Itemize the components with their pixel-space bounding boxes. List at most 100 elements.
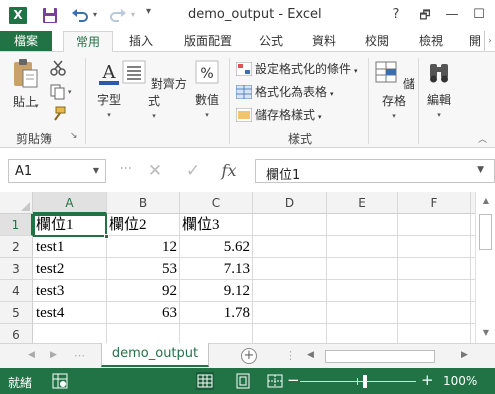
cell-b3[interactable]: 53: [106, 259, 180, 280]
scroll-right-icon[interactable]: ▶: [461, 350, 468, 360]
column-header-d[interactable]: D: [253, 192, 327, 214]
undo-icon[interactable]: [71, 7, 89, 24]
clipboard-launcher-icon[interactable]: ↘: [70, 131, 78, 141]
column-header-c[interactable]: C: [180, 192, 253, 214]
page-break-preview-icon[interactable]: [266, 372, 284, 390]
format-painter-icon[interactable]: [50, 106, 66, 122]
cut-icon[interactable]: [50, 60, 66, 76]
column-header-a[interactable]: A: [33, 192, 107, 214]
column-header-b[interactable]: B: [107, 192, 180, 214]
select-all-triangle-icon: [21, 202, 30, 211]
next-sheet-icon[interactable]: ▶: [50, 350, 57, 360]
paste-icon: [14, 59, 38, 88]
tab-split-grip-icon[interactable]: ⋮: [285, 349, 296, 362]
row-header-3[interactable]: 3: [0, 258, 33, 280]
excel-logo-icon[interactable]: X: [9, 7, 27, 24]
editing-button[interactable]: 編輯 ▾: [422, 58, 456, 119]
scroll-left-icon[interactable]: ◀: [307, 350, 314, 360]
scroll-up-icon[interactable]: ▲: [479, 196, 493, 208]
zoom-in-button[interactable]: +: [421, 371, 434, 389]
row-header-5[interactable]: 5: [0, 302, 33, 324]
number-dropdown-icon: ▾: [205, 111, 209, 119]
cell-a2[interactable]: test1: [33, 237, 107, 258]
name-box-dropdown-icon[interactable]: ▼: [93, 166, 99, 175]
cell-b5[interactable]: 63: [106, 303, 180, 324]
zoom-slider-thumb[interactable]: [363, 375, 367, 388]
cell-b4[interactable]: 92: [106, 281, 180, 302]
row-header-2[interactable]: 2: [0, 236, 33, 258]
cell-a3[interactable]: test2: [33, 259, 107, 280]
insert-function-button[interactable]: fx: [216, 159, 242, 183]
row-header-4[interactable]: 4: [0, 280, 33, 302]
paste-dropdown-icon[interactable]: ▾: [35, 102, 39, 110]
zoom-out-button[interactable]: −: [287, 371, 300, 389]
normal-view-icon[interactable]: [196, 372, 214, 390]
horizontal-scrollbar[interactable]: ◀ ▶: [303, 349, 475, 363]
minimize-button[interactable]: —: [441, 4, 463, 26]
alignment-label: 對齊方式: [147, 77, 187, 108]
ribbon-scroll-right-icon[interactable]: ›: [484, 31, 495, 51]
tab-review[interactable]: 校閱: [359, 31, 395, 51]
cells-button[interactable]: 儲存格 ▾: [372, 58, 416, 120]
save-icon[interactable]: [41, 7, 59, 24]
cell-c5[interactable]: 1.78: [179, 303, 253, 324]
previous-sheet-icon[interactable]: ◀: [28, 350, 35, 360]
fill-handle[interactable]: [104, 234, 109, 239]
vertical-scrollbar[interactable]: ▲ ▼: [475, 192, 495, 343]
cancel-entry-button[interactable]: ✕: [142, 159, 168, 183]
formula-bar-grip-icon[interactable]: ⋮: [119, 162, 133, 173]
zoom-level[interactable]: 100%: [443, 374, 477, 388]
worksheet-grid[interactable]: A B C D E F 1 2 3 4 5 6 欄位1 欄位2 欄位3 test…: [0, 192, 475, 343]
cell-a4[interactable]: test3: [33, 281, 107, 302]
tab-data[interactable]: 資料: [306, 31, 342, 51]
select-all-button[interactable]: [0, 192, 33, 214]
cell-c2[interactable]: 5.62: [179, 237, 253, 258]
cell-c3[interactable]: 7.13: [179, 259, 253, 280]
collapse-ribbon-icon[interactable]: ︿: [478, 132, 487, 145]
cell-a5[interactable]: test4: [33, 303, 107, 324]
name-box[interactable]: A1 ▼: [8, 159, 106, 183]
confirm-entry-button[interactable]: ✓: [180, 159, 206, 183]
number-format-button[interactable]: % 數值 ▾: [190, 58, 224, 119]
tab-page-layout[interactable]: 版面配置: [178, 31, 238, 51]
new-sheet-button[interactable]: +: [241, 348, 257, 364]
tab-file[interactable]: 檔案: [0, 31, 52, 51]
tab-overflow[interactable]: 開: [466, 31, 484, 51]
conditional-formatting-button[interactable]: 設定格式化的條件 ▾: [236, 60, 358, 78]
cell-styles-button[interactable]: 儲存格樣式 ▾: [236, 106, 322, 124]
column-header-e[interactable]: E: [327, 192, 398, 214]
undo-dropdown-icon[interactable]: ▾: [93, 10, 97, 19]
zoom-slider-track[interactable]: [300, 381, 416, 382]
clipboard-group-label: 剪貼簿: [16, 132, 53, 146]
copy-icon[interactable]: [50, 84, 66, 100]
help-button[interactable]: ?: [385, 4, 407, 26]
cell-b2[interactable]: 12: [106, 237, 180, 258]
cell-c4[interactable]: 9.12: [179, 281, 253, 302]
vertical-scroll-thumb[interactable]: [479, 214, 492, 250]
tab-insert[interactable]: 插入: [120, 31, 162, 51]
page-layout-view-icon[interactable]: [234, 372, 252, 390]
customize-qat-icon[interactable]: ▾: [146, 6, 151, 17]
horizontal-scroll-thumb[interactable]: [325, 350, 435, 363]
sheet-tab-demo-output[interactable]: demo_output: [101, 343, 209, 367]
macro-record-icon[interactable]: [52, 373, 68, 389]
tab-home[interactable]: 常用: [63, 31, 113, 52]
row-header-1[interactable]: 1: [0, 214, 33, 236]
ribbon-display-button[interactable]: 🗗: [414, 4, 436, 26]
redo-dropdown-icon[interactable]: ▾: [131, 10, 135, 19]
redo-icon[interactable]: [109, 7, 127, 24]
sheet-nav-more-icon[interactable]: ⋯: [74, 349, 85, 362]
cell-b1[interactable]: 欄位2: [106, 215, 180, 236]
expand-formula-bar-icon[interactable]: ▼: [477, 165, 484, 175]
copy-dropdown-icon[interactable]: ▾: [68, 88, 72, 96]
row-header-6[interactable]: 6: [0, 324, 33, 343]
alignment-button[interactable]: 對齊方式 ▾: [120, 58, 188, 120]
maximize-button[interactable]: ☐: [468, 4, 490, 26]
scroll-down-icon[interactable]: ▼: [479, 328, 493, 340]
formula-input[interactable]: 欄位1 ▼: [255, 159, 495, 183]
format-as-table-button[interactable]: 格式化為表格 ▾: [236, 83, 334, 101]
cell-c1[interactable]: 欄位3: [179, 215, 253, 236]
column-header-f[interactable]: F: [398, 192, 471, 214]
tab-formulas[interactable]: 公式: [253, 31, 289, 51]
tab-view[interactable]: 檢視: [413, 31, 449, 51]
